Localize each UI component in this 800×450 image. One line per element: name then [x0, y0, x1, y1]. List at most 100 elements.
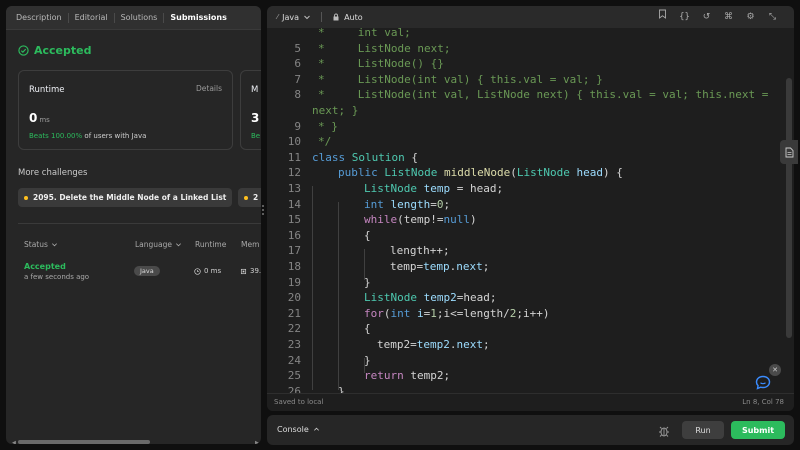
code-text: }	[364, 353, 371, 367]
runtime-value: 0 ms	[29, 111, 50, 125]
cursor-position: Ln 8, Col 78	[742, 398, 784, 406]
settings-icon[interactable]: ⚙	[745, 6, 756, 28]
runtime-label: Runtime	[29, 85, 65, 95]
status-header-label: Status	[24, 240, 48, 249]
code-text: while(temp!=null)	[364, 213, 477, 227]
code-text: length++;	[390, 244, 450, 258]
memory-card[interactable]: M 3 Be	[240, 70, 261, 150]
submission-runtime: 0 ms	[194, 267, 221, 275]
runtime-unit: ms	[39, 116, 50, 124]
vertical-scrollbar[interactable]	[786, 78, 792, 338]
command-icon[interactable]: ⌘	[723, 6, 734, 28]
code-text: ListNode temp = head;	[364, 182, 504, 195]
language-badge: Java	[134, 266, 160, 276]
code-text: for(int i=1;i<=length/2;i++)	[364, 306, 550, 320]
bookmark-icon[interactable]	[657, 6, 668, 28]
runtime-header-label: Runtime	[195, 240, 227, 249]
tab-submissions[interactable]: Submissions	[164, 6, 232, 30]
submission-time: a few seconds ago	[24, 273, 90, 281]
tab-solutions[interactable]: Solutions	[115, 6, 164, 30]
section-divider	[18, 223, 261, 224]
submission-row-status[interactable]: Accepted a few seconds ago	[24, 262, 89, 281]
code-text: * }	[318, 119, 338, 133]
submissions-panel: Description Editorial Solutions Submissi…	[6, 6, 261, 444]
code-text: }	[338, 384, 345, 393]
challenge-label: 2	[253, 193, 259, 202]
challenge-chip[interactable]: 2095. Delete the Middle Node of a Linked…	[18, 188, 233, 207]
code-text: * ListNode(int val, ListNode next) { thi…	[318, 88, 769, 102]
line-number: 19	[287, 275, 301, 289]
document-icon[interactable]	[780, 140, 798, 164]
code-text: int length=0;	[364, 197, 451, 211]
code-text: */	[318, 135, 332, 149]
challenge-chip[interactable]: 2	[238, 188, 261, 207]
problem-tabs: Description Editorial Solutions Submissi…	[6, 6, 261, 30]
mode-label: Auto	[344, 12, 363, 22]
editor-toolbar: ⁄ Java Auto {} ↺ ⌘ ⚙ ⤡	[267, 6, 794, 28]
code-text: class Solution {	[312, 150, 418, 164]
scroll-left-arrow[interactable]: ◀	[12, 440, 16, 444]
code-text: return temp2;	[364, 369, 451, 383]
scroll-right-arrow[interactable]: ▶	[255, 440, 259, 444]
language-selector[interactable]: ⁄ Java	[277, 13, 311, 22]
code-text: * int val;	[318, 28, 411, 39]
tab-description[interactable]: Description	[10, 6, 68, 30]
code-text: }	[364, 275, 371, 289]
close-icon[interactable]: ✕	[769, 364, 781, 376]
code-editor-panel: ⁄ Java Auto {} ↺ ⌘ ⚙ ⤡ * int val; 5 * Lis…	[267, 6, 794, 411]
line-number: 23	[287, 338, 301, 351]
code-text: ListNode temp2=head;	[364, 291, 497, 305]
line-number: 24	[287, 353, 301, 367]
memory-beats-percent: Be	[251, 132, 261, 140]
line-number: 13	[287, 182, 301, 195]
editor-status-bar: Saved to local Ln 8, Col 78	[267, 393, 794, 411]
beats-percent: Beats 100.00%	[29, 132, 83, 140]
autocomplete-mode[interactable]: Auto	[332, 13, 363, 22]
submit-button[interactable]: Submit	[731, 421, 785, 439]
collapse-icon[interactable]: ⤡	[767, 6, 778, 28]
runtime-header[interactable]: Runtime	[195, 240, 226, 249]
details-link[interactable]: Details	[196, 84, 222, 93]
line-number: 15	[287, 213, 301, 227]
line-number: 17	[287, 244, 301, 258]
run-button[interactable]: Run	[682, 421, 724, 439]
memory-label: M	[251, 85, 259, 95]
language-icon: ⁄	[277, 13, 279, 21]
runtime-card[interactable]: Runtime Details 0 ms Beats 100.00% of use…	[18, 70, 233, 150]
line-number: 20	[287, 291, 301, 305]
line-number: 18	[287, 260, 301, 273]
line-number: 8	[294, 88, 301, 102]
chevron-up-icon	[313, 427, 319, 431]
line-number: 16	[287, 228, 301, 242]
action-bar: Console Run Submit	[267, 415, 794, 445]
debug-icon[interactable]	[657, 423, 671, 437]
panel-resize-handle[interactable]	[262, 205, 265, 215]
line-number: 14	[287, 197, 301, 211]
chevron-down-icon	[304, 15, 310, 20]
horizontal-scrollbar[interactable]	[18, 440, 150, 444]
code-text: temp2=temp2.next;	[377, 338, 490, 351]
editor-actions: {} ↺ ⌘ ⚙ ⤡	[657, 6, 778, 28]
memory-header[interactable]: Mem	[241, 240, 259, 249]
runtime-beats: Beats 100.00% of users with Java	[29, 132, 146, 140]
braces-icon[interactable]: {}	[679, 6, 690, 28]
chevron-down-icon	[176, 243, 182, 247]
runtime-number: 0	[29, 111, 38, 125]
console-toggle[interactable]: Console	[277, 425, 320, 434]
lock-icon	[333, 13, 339, 21]
submission-status[interactable]: Accepted	[24, 262, 89, 271]
language-header[interactable]: Language	[135, 240, 182, 249]
status-header[interactable]: Status	[24, 240, 58, 249]
code-text: public ListNode middleNode(ListNode head…	[338, 166, 623, 180]
line-number: 25	[287, 369, 301, 383]
challenge-label: 2095. Delete the Middle Node of a Linked…	[33, 193, 227, 202]
code-area[interactable]: * int val; 5 * ListNode next; 6 * ListNode…	[267, 28, 794, 393]
toolbar-divider	[321, 12, 323, 22]
reset-icon[interactable]: ↺	[701, 6, 712, 28]
line-number: 6	[294, 57, 301, 71]
memory-header-label: Mem	[241, 240, 260, 249]
result-status: Accepted	[34, 44, 92, 57]
indent-guide	[338, 202, 339, 390]
memory-beats: Be	[251, 132, 260, 140]
tab-editorial[interactable]: Editorial	[69, 6, 114, 30]
